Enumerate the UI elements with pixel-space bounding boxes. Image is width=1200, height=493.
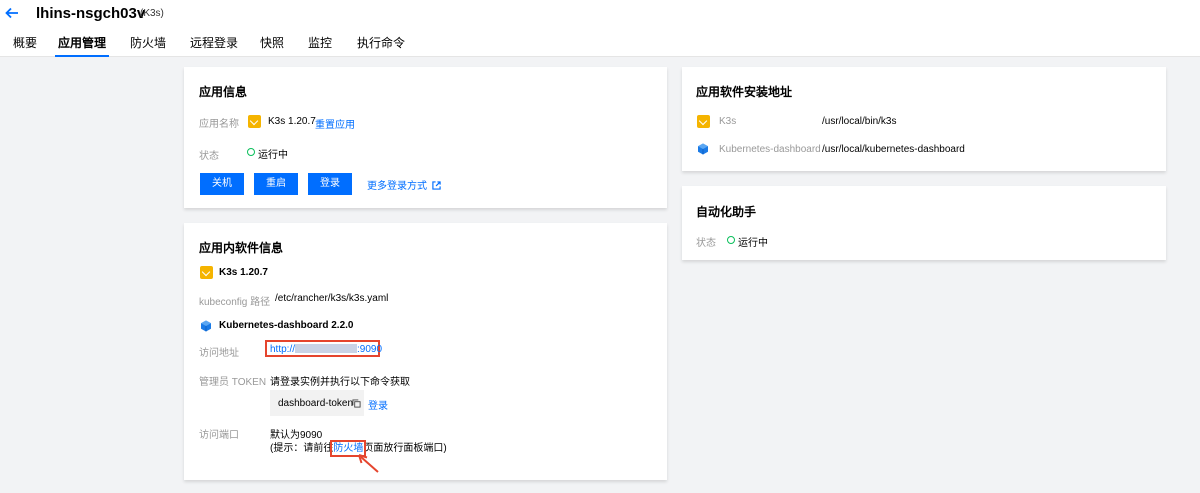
tab-monitor[interactable]: 监控 xyxy=(308,34,332,57)
restart-button[interactable]: 重启 xyxy=(254,173,298,195)
port-hint: (提示：请前往防火墙页面放行面板端口) xyxy=(270,439,447,457)
status-running-icon xyxy=(247,148,255,156)
copy-icon[interactable] xyxy=(352,399,361,408)
token-hint: 请登录实例并执行以下命令获取 xyxy=(270,377,410,388)
install-paths-card: 应用软件安装地址 K3s /usr/local/bin/k3s Kubernet… xyxy=(682,67,1166,171)
status-label: 状态 xyxy=(199,151,219,162)
tab-remote-login[interactable]: 远程登录 xyxy=(190,34,238,57)
kubeconfig-label: kubeconfig 路径 xyxy=(199,297,271,308)
install-item-path: /usr/local/kubernetes-dashboard xyxy=(822,144,965,155)
automation-status-label: 状态 xyxy=(696,238,716,249)
port-hint-prefix: (提示：请前往 xyxy=(270,443,334,454)
automation-title: 自动化助手 xyxy=(696,205,757,219)
k3s-icon xyxy=(248,115,261,128)
automation-card: 自动化助手 状态 运行中 xyxy=(682,186,1166,260)
tab-snapshot[interactable]: 快照 xyxy=(260,34,284,57)
kubeconfig-path: /etc/rancher/k3s/k3s.yaml xyxy=(275,293,389,304)
install-item-path: /usr/local/bin/k3s xyxy=(822,116,897,127)
access-address-prefix: http:// xyxy=(270,344,296,355)
instance-subtitle: (K3s) xyxy=(140,8,164,19)
status-running-icon xyxy=(727,236,735,244)
access-address-link[interactable]: http:// :9090 xyxy=(270,344,382,355)
software-info-card: 应用内软件信息 K3s 1.20.7 kubeconfig 路径 /etc/ra… xyxy=(184,223,667,480)
token-label: 管理员 TOKEN xyxy=(199,377,267,388)
back-arrow-icon[interactable] xyxy=(4,5,20,21)
install-item-name: Kubernetes-dashboard xyxy=(719,144,821,155)
tab-overview[interactable]: 概要 xyxy=(13,34,37,57)
tab-execute-command[interactable]: 执行命令 xyxy=(357,34,405,57)
app-name-value: K3s 1.20.7 xyxy=(268,116,316,127)
external-link-icon xyxy=(432,181,441,190)
app-name-label: 应用名称 xyxy=(199,119,239,130)
reset-app-link[interactable]: 重置应用 xyxy=(315,116,355,131)
install-paths-title: 应用软件安装地址 xyxy=(696,85,793,99)
automation-status-value: 运行中 xyxy=(738,238,768,249)
install-item-name: K3s xyxy=(719,116,737,127)
kubernetes-dashboard-icon xyxy=(201,320,211,332)
app-info-title: 应用信息 xyxy=(199,85,248,99)
k3s-software-name: K3s 1.20.7 xyxy=(219,267,268,278)
login-button[interactable]: 登录 xyxy=(308,173,352,195)
status-value: 运行中 xyxy=(258,150,288,161)
instance-title: lhins-nsgch03v xyxy=(36,5,146,22)
access-port-label: 访问端口 xyxy=(199,430,239,441)
annotation-arrow-icon xyxy=(358,454,379,473)
redacted-ip xyxy=(295,344,358,353)
token-command: dashboard-token xyxy=(278,398,354,409)
kd-software-name: Kubernetes-dashboard 2.2.0 xyxy=(219,320,354,331)
software-info-title: 应用内软件信息 xyxy=(199,241,284,255)
shutdown-button[interactable]: 关机 xyxy=(200,173,244,195)
tab-app-management[interactable]: 应用管理 xyxy=(55,34,110,57)
tab-firewall[interactable]: 防火墙 xyxy=(130,34,166,57)
token-command-box: dashboard-token xyxy=(270,390,364,416)
more-login-label: 更多登录方式 xyxy=(367,181,427,192)
access-address-label: 访问地址 xyxy=(199,348,239,359)
k3s-icon xyxy=(697,115,710,128)
access-address-suffix: :9090 xyxy=(357,344,383,355)
more-login-link[interactable]: 更多登录方式 xyxy=(367,177,441,192)
kubernetes-dashboard-icon xyxy=(698,143,708,155)
k3s-icon xyxy=(200,266,213,279)
token-login-link[interactable]: 登录 xyxy=(368,397,388,412)
page-header: lhins-nsgch03v (K3s) 概要 应用管理 防火墙 远程登录 快照… xyxy=(0,0,1200,57)
app-info-card: 应用信息 应用名称 K3s 1.20.7 重置应用 状态 运行中 关机 重启 登… xyxy=(184,67,667,208)
